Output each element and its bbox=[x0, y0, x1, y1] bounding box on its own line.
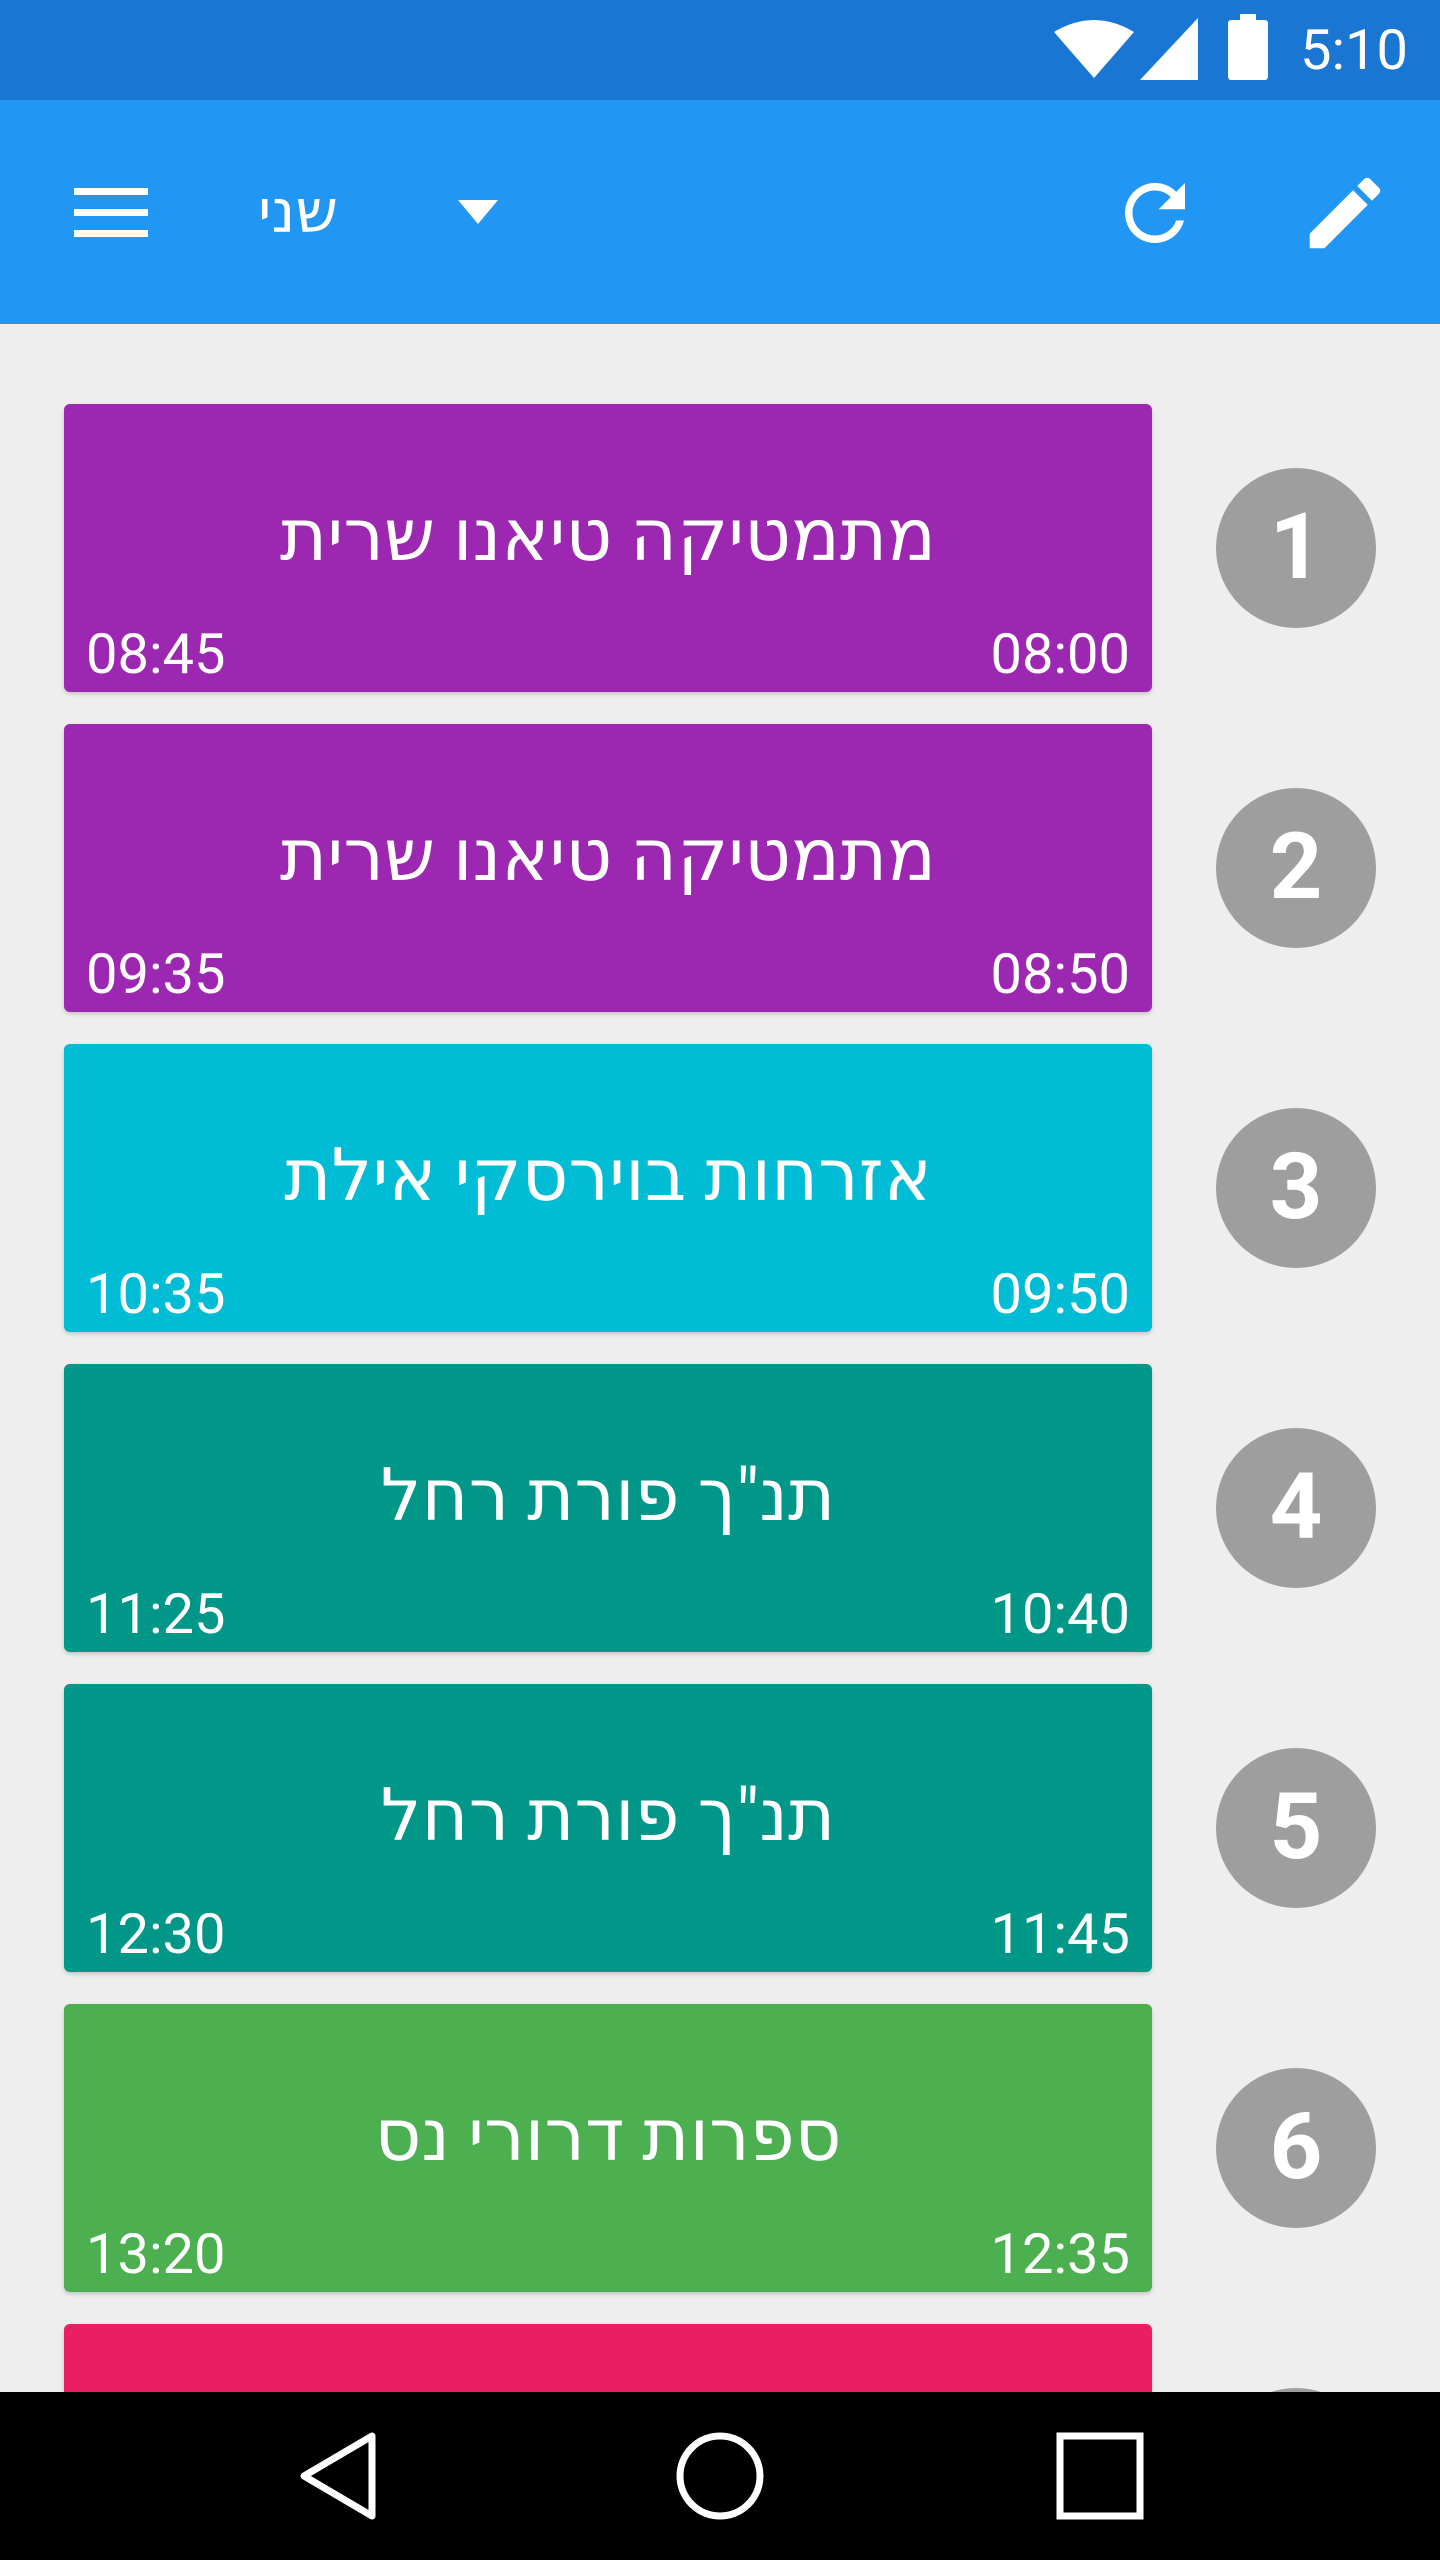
lesson-start-time: 12:35 bbox=[990, 2221, 1130, 2287]
app-bar: שני bbox=[0, 100, 1440, 324]
status-bar: 5:10 bbox=[0, 0, 1440, 100]
lesson-start-time: 08:50 bbox=[990, 941, 1130, 1007]
lesson-subject: ספרות דרורי נס bbox=[374, 2093, 842, 2178]
lesson-card[interactable]: מתמטיקה טיאנו שרית 08:00 08:45 bbox=[64, 404, 1152, 692]
lesson-number-badge: 5 bbox=[1216, 1748, 1376, 1908]
lesson-number-badge: 3 bbox=[1216, 1108, 1376, 1268]
wifi-icon bbox=[1054, 20, 1134, 78]
lesson-subject: תנ"ך פורת רחל bbox=[380, 1773, 836, 1858]
lesson-list[interactable]: מתמטיקה טיאנו שרית 08:00 08:45 1 מתמטיקה… bbox=[0, 324, 1440, 2392]
lesson-card[interactable]: תנ"ך פורת רחל 11:45 12:30 bbox=[64, 1684, 1152, 1972]
battery-icon bbox=[1228, 14, 1268, 80]
lesson-number-badge: 1 bbox=[1216, 468, 1376, 628]
lesson-number-badge: 2 bbox=[1216, 788, 1376, 948]
lesson-card[interactable] bbox=[64, 2324, 1152, 2392]
refresh-icon[interactable] bbox=[1110, 168, 1200, 258]
lesson-subject: אזרחות בוירסקי אילת bbox=[284, 1133, 932, 1218]
lesson-card[interactable]: ספרות דרורי נס 12:35 13:20 bbox=[64, 2004, 1152, 2292]
lesson-end-time: 12:30 bbox=[86, 1901, 226, 1967]
lesson-start-time: 11:45 bbox=[990, 1901, 1130, 1967]
lesson-end-time: 10:35 bbox=[86, 1261, 226, 1327]
back-icon[interactable] bbox=[290, 2426, 390, 2526]
lesson-subject: מתמטיקה טיאנו שרית bbox=[279, 493, 937, 578]
lesson-number-badge: 4 bbox=[1216, 1428, 1376, 1588]
lesson-end-time: 08:45 bbox=[86, 621, 226, 687]
lesson-subject: מתמטיקה טיאנו שרית bbox=[279, 813, 937, 898]
lesson-end-time: 09:35 bbox=[86, 941, 226, 1007]
lesson-subject: תנ"ך פורת רחל bbox=[380, 1453, 836, 1538]
day-selector-label[interactable]: שני bbox=[258, 176, 338, 248]
status-time: 5:10 bbox=[1300, 17, 1408, 83]
lesson-number-badge: 6 bbox=[1216, 2068, 1376, 2228]
lesson-start-time: 08:00 bbox=[990, 621, 1130, 687]
edit-icon[interactable] bbox=[1298, 166, 1392, 260]
lesson-card[interactable]: מתמטיקה טיאנו שרית 08:50 09:35 bbox=[64, 724, 1152, 1012]
menu-icon[interactable] bbox=[60, 172, 156, 252]
recents-icon[interactable] bbox=[1050, 2426, 1150, 2526]
signal-icon bbox=[1140, 18, 1198, 80]
navigation-bar bbox=[0, 2392, 1440, 2560]
lesson-end-time: 11:25 bbox=[86, 1581, 226, 1647]
lesson-end-time: 13:20 bbox=[86, 2221, 226, 2287]
lesson-start-time: 10:40 bbox=[990, 1581, 1130, 1647]
lesson-card[interactable]: אזרחות בוירסקי אילת 09:50 10:35 bbox=[64, 1044, 1152, 1332]
home-icon[interactable] bbox=[670, 2426, 770, 2526]
lesson-start-time: 09:50 bbox=[990, 1261, 1130, 1327]
dropdown-arrow-icon[interactable] bbox=[448, 192, 508, 232]
lesson-card[interactable]: תנ"ך פורת רחל 10:40 11:25 bbox=[64, 1364, 1152, 1652]
